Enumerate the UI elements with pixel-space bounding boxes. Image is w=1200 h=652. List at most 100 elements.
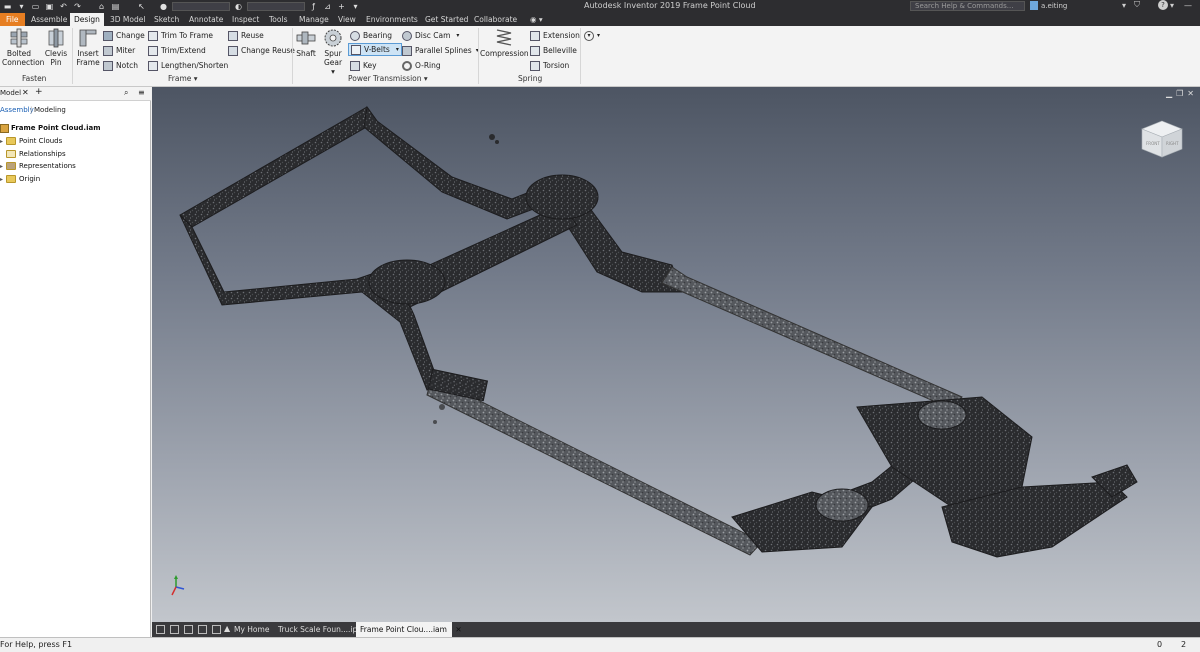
material-select[interactable]: [172, 2, 230, 11]
tab-file[interactable]: File: [0, 13, 25, 26]
doc-tab-frame-point-cloud[interactable]: Frame Point Clou....iam ✕: [356, 622, 462, 637]
subtab-modeling[interactable]: Modeling: [34, 106, 66, 114]
parallel-splines-button[interactable]: Parallel Splines ▾: [402, 44, 479, 57]
doc-tab-my-home[interactable]: My Home: [230, 622, 273, 637]
view-cube[interactable]: FRONT RIGHT: [1140, 119, 1184, 159]
update-icon[interactable]: ▤: [110, 2, 121, 12]
doc-tab-close-icon[interactable]: ✕: [455, 625, 461, 634]
fx-icon[interactable]: ƒ: [308, 2, 319, 12]
arrange-view-icon[interactable]: [198, 625, 207, 634]
undo-icon[interactable]: ↶: [58, 2, 69, 12]
ribbon-more-button[interactable]: ▾ ▾: [584, 29, 600, 42]
measure-icon[interactable]: ⊿: [322, 2, 333, 12]
redo-icon[interactable]: ↷: [72, 2, 83, 12]
key-button[interactable]: Key: [350, 59, 377, 72]
help-dropdown-icon[interactable]: ▾: [1170, 1, 1174, 10]
tab-annotate[interactable]: Annotate: [189, 13, 223, 26]
change-reuse-button[interactable]: Change Reuse: [228, 44, 295, 57]
color-icon[interactable]: ◐: [233, 2, 244, 12]
appearance-icon[interactable]: ●: [158, 2, 169, 12]
subtab-assembly[interactable]: Assembly: [0, 106, 34, 114]
insert-frame-button[interactable]: Insert Frame: [75, 28, 101, 67]
expand-icon[interactable]: ▸: [0, 138, 5, 145]
o-ring-button[interactable]: O-Ring: [402, 59, 441, 72]
change-button[interactable]: Change: [103, 29, 145, 42]
graphics-viewport[interactable]: FRONT RIGHT ▁ ❐ ✕: [152, 87, 1200, 622]
list-view-icon[interactable]: [212, 625, 221, 634]
help-icon[interactable]: ?: [1157, 0, 1168, 10]
viewport-restore-icon[interactable]: ❐: [1176, 89, 1183, 98]
tab-environments[interactable]: Environments: [366, 13, 418, 26]
torsion-spring-button[interactable]: Torsion: [530, 59, 569, 72]
miter-button[interactable]: Miter: [103, 44, 135, 57]
expand-icon[interactable]: ▸: [0, 163, 5, 170]
power-transmission-group-label[interactable]: Power Transmission ▾: [348, 74, 428, 83]
home-icon[interactable]: ⌂: [96, 2, 107, 12]
user-account[interactable]: a.eiting: [1030, 1, 1067, 10]
bearing-button[interactable]: Bearing: [350, 29, 392, 42]
grid-view-icon[interactable]: [170, 625, 179, 634]
disc-cam-dropdown-icon[interactable]: ▾: [456, 29, 459, 42]
browser-search-icon[interactable]: ⌕: [124, 88, 128, 98]
tab-manage[interactable]: Manage: [299, 13, 329, 26]
select-icon[interactable]: ↖: [136, 2, 147, 12]
tree-item[interactable]: ▸ Origin: [0, 173, 40, 185]
tab-inspect[interactable]: Inspect: [232, 13, 259, 26]
tab-collaborate[interactable]: Collaborate: [474, 13, 517, 26]
belleville-spring-button[interactable]: Belleville: [530, 44, 577, 57]
user-dropdown-icon[interactable]: ▾: [1122, 1, 1126, 10]
tab-3d-model[interactable]: 3D Model: [110, 13, 145, 26]
tab-sketch[interactable]: Sketch: [154, 13, 179, 26]
plus-icon[interactable]: +: [336, 2, 347, 12]
viewcube-face-left[interactable]: FRONT: [1146, 141, 1160, 146]
tab-design[interactable]: Design: [70, 13, 104, 26]
search-input[interactable]: Search Help & Commands...: [910, 1, 1025, 11]
ribbon-options-icon[interactable]: ◉ ▾: [530, 13, 543, 26]
viewport-close-icon[interactable]: ✕: [1187, 89, 1194, 98]
browser-close-icon[interactable]: ✕: [22, 88, 29, 97]
doc-tab-truck-scale[interactable]: Truck Scale Foun....ipt: [274, 622, 364, 637]
browser-tab-model[interactable]: Model: [0, 89, 21, 97]
reuse-button[interactable]: Reuse: [228, 29, 264, 42]
trim-extend-button[interactable]: Trim/Extend: [148, 44, 206, 57]
cart-icon[interactable]: ⛉: [1134, 0, 1140, 10]
viewcube-face-right[interactable]: RIGHT: [1166, 141, 1179, 146]
v-belts-button[interactable]: V-Belts ▾: [348, 43, 402, 56]
disc-cam-button[interactable]: Disc Cam ▾: [402, 29, 459, 42]
viewport-minimize-icon[interactable]: ▁: [1166, 89, 1172, 98]
lengthen-shorten-button[interactable]: Lengthen/Shorten: [148, 59, 228, 72]
spur-gear-button[interactable]: Spur Gear ▾: [321, 28, 345, 76]
tree-root[interactable]: Frame Point Cloud.iam: [0, 122, 101, 134]
shaft-button[interactable]: Shaft: [295, 28, 317, 58]
file-icon[interactable]: ▬: [2, 2, 13, 12]
tile-view-icon[interactable]: [156, 625, 165, 634]
tab-assemble[interactable]: Assemble: [31, 13, 67, 26]
v-belts-dropdown-icon[interactable]: ▾: [396, 43, 399, 56]
tree-item[interactable]: ▸ Point Clouds: [0, 135, 62, 147]
cascade-view-icon[interactable]: [184, 625, 193, 634]
save-icon[interactable]: ▣: [44, 2, 55, 12]
point-cloud-frame[interactable]: [152, 87, 1200, 622]
new-icon[interactable]: ▾: [16, 2, 27, 12]
open-icon[interactable]: ▭: [30, 2, 41, 12]
change-reuse-label: Change Reuse: [241, 46, 295, 55]
extension-spring-button[interactable]: Extension: [530, 29, 580, 42]
compression-spring-button[interactable]: Compression: [480, 28, 529, 58]
notch-button[interactable]: Notch: [103, 59, 138, 72]
expand-icon[interactable]: ▸: [0, 176, 5, 183]
minimize-icon[interactable]: —: [1184, 1, 1192, 10]
tree-item[interactable]: ▸ Representations: [0, 160, 76, 172]
browser-menu-icon[interactable]: ≡: [138, 88, 145, 97]
frame-group-label[interactable]: Frame ▾: [168, 74, 198, 83]
browser-add-tab-button[interactable]: +: [35, 87, 43, 97]
customize-icon[interactable]: ▾: [350, 2, 361, 12]
bolted-connection-button[interactable]: Bolted Connection: [2, 28, 44, 67]
tab-tools[interactable]: Tools: [269, 13, 287, 26]
tab-get-started[interactable]: Get Started: [425, 13, 468, 26]
clevis-pin-button[interactable]: Clevis Pin: [42, 28, 70, 67]
spur-label-2[interactable]: Gear ▾: [321, 58, 345, 76]
tree-item[interactable]: Relationships: [0, 148, 66, 160]
trim-to-frame-button[interactable]: Trim To Frame: [148, 29, 213, 42]
appearance-select[interactable]: [247, 2, 305, 11]
tab-view[interactable]: View: [338, 13, 356, 26]
